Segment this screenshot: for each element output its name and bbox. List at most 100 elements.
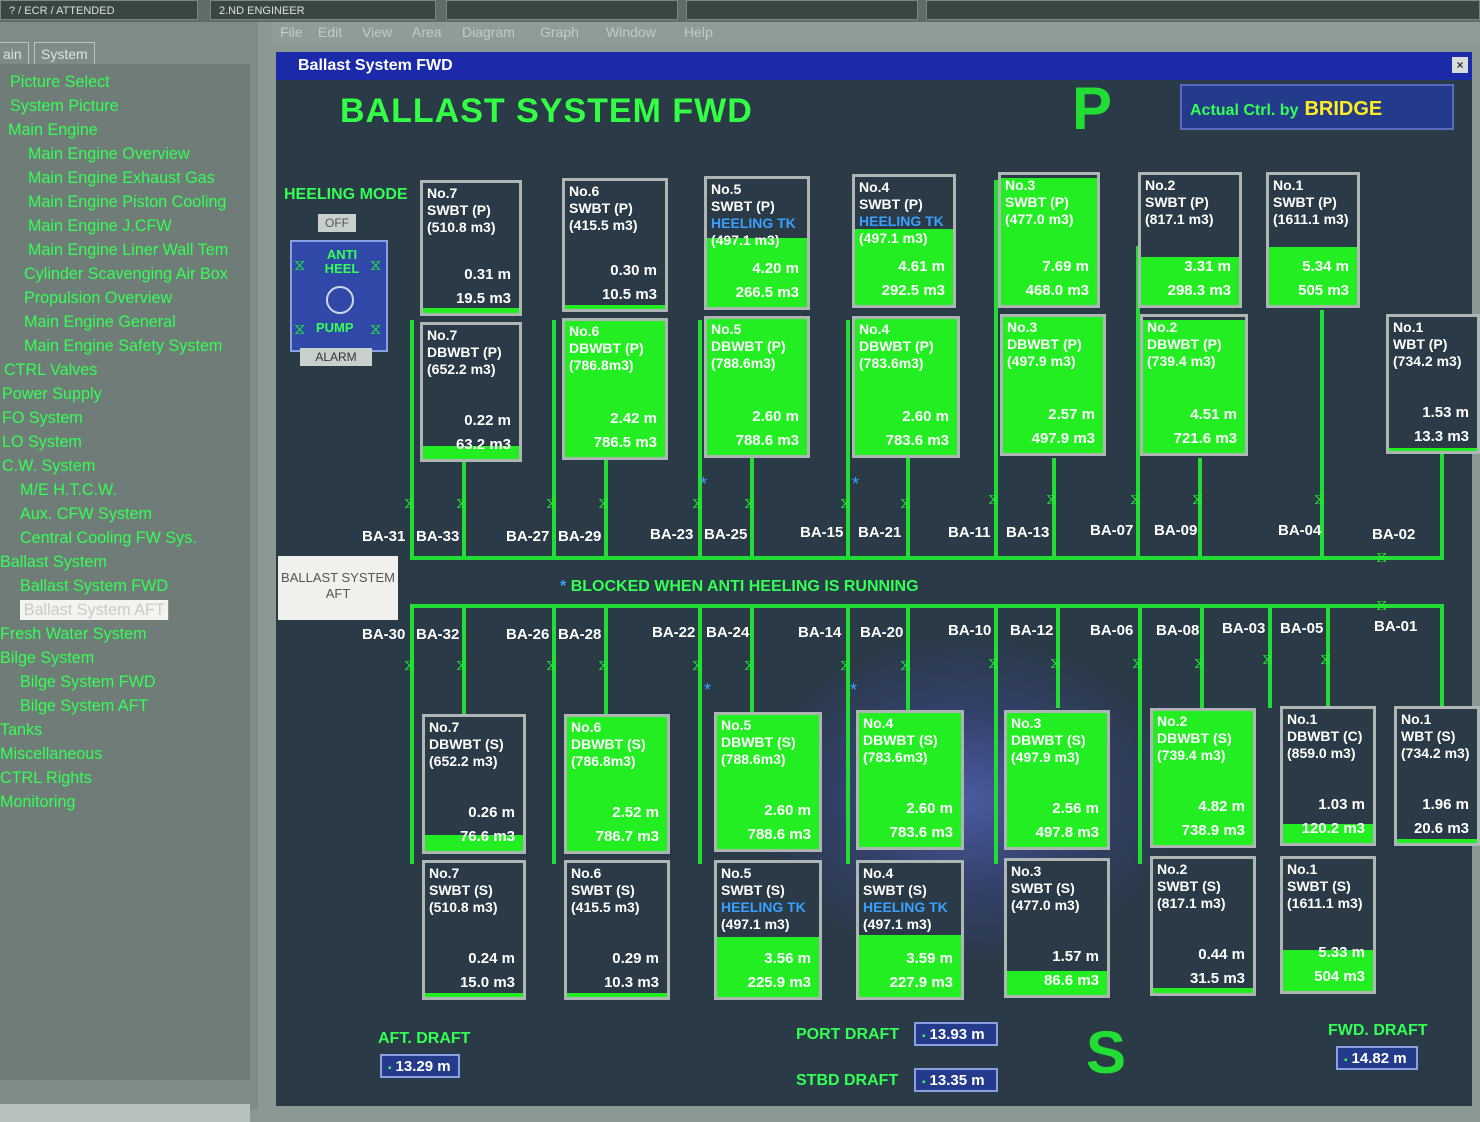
tree-item-main-engine-exhaust-gas[interactable]: Main Engine Exhaust Gas <box>28 168 215 188</box>
valve-icon[interactable]: ⧖ <box>900 658 911 674</box>
anti-heel-pump[interactable]: ANTI HEEL PUMP ⧖ ⧖ ⧖ ⧖ <box>290 240 388 352</box>
valve-icon[interactable]: ⧖ <box>1376 598 1387 614</box>
tank-s-dbwbt-4[interactable]: No.4 DBWBT (S) (783.6m3) 2.60 m 783.6 m3 <box>856 710 964 850</box>
tree-item-m-e-h-t-c-w[interactable]: M/E H.T.C.W. <box>20 480 117 500</box>
tree-item-main-engine-general[interactable]: Main Engine General <box>24 312 176 332</box>
valve-icon[interactable]: ⧖ <box>1376 550 1387 566</box>
tank-p-dbwbt-7[interactable]: No.7 DBWBT (P) (652.2 m3) 0.22 m 63.2 m3 <box>420 322 522 462</box>
tree-item-main-engine[interactable]: Main Engine <box>8 120 98 140</box>
valve-icon[interactable]: ⧖ <box>988 492 999 508</box>
close-button[interactable]: × <box>1452 57 1468 73</box>
tree-item-miscellaneous[interactable]: Miscellaneous <box>0 744 102 764</box>
tank-p-dbwbt-5[interactable]: No.5 DBWBT (P) (788.6m3) 2.60 m 788.6 m3 <box>704 316 810 458</box>
tank-s-swbt-7[interactable]: No.7 SWBT (S) (510.8 m3) 0.24 m 15.0 m3 <box>422 860 526 1000</box>
tank-s-swbt-1[interactable]: No.1 SWBT (S) (1611.1 m3) 5.33 m 504 m3 <box>1280 856 1376 994</box>
tree-item-fresh-water-system[interactable]: Fresh Water System <box>0 624 147 644</box>
tank-p-dbwbt-3[interactable]: No.3 DBWBT (P) (497.9 m3) 2.57 m 497.9 m3 <box>1000 314 1106 456</box>
tank-s-swbt-5[interactable]: No.5 SWBT (S) HEELING TK (497.1 m3) 3.56 m 2… <box>714 860 822 1000</box>
valve-icon[interactable]: ⧖ <box>404 658 415 674</box>
tank-s-wbt-1[interactable]: No.1 WBT (S) (734.2 m3) 1.96 m 20.6 m3 <box>1394 706 1480 846</box>
valve-icon[interactable]: ⧖ <box>840 658 851 674</box>
tank-s-dbwbt-2[interactable]: No.2 DBWBT (S) (739.4 m3) 4.82 m 738.9 m3 <box>1150 708 1256 848</box>
tree-item-bilge-system-aft[interactable]: Bilge System AFT <box>20 696 148 716</box>
menu-help[interactable]: Help <box>684 24 713 40</box>
tree-item-power-supply[interactable]: Power Supply <box>2 384 102 404</box>
valve-icon[interactable]: ⧖ <box>1194 656 1205 672</box>
tank-p-wbt-1[interactable]: No.1 WBT (P) (734.2 m3) 1.53 m 13.3 m3 <box>1386 314 1480 454</box>
tree-item-bilge-system[interactable]: Bilge System <box>0 648 94 668</box>
menu-diagram[interactable]: Diagram <box>462 24 515 40</box>
tree-item-bilge-system-fwd[interactable]: Bilge System FWD <box>20 672 156 692</box>
menu-graph[interactable]: Graph <box>540 24 579 40</box>
valve-icon[interactable]: ⧖ <box>1132 656 1143 672</box>
valve-icon[interactable]: ⧖ <box>1046 492 1057 508</box>
tank-p-swbt-7[interactable]: No.7 SWBT (P) (510.8 m3) 0.31 m 19.5 m3 <box>420 180 522 316</box>
tank-p-swbt-4[interactable]: No.4 SWBT (P) HEELING TK (497.1 m3) 4.61 m 2… <box>852 174 956 308</box>
tree-item-main-engine-liner-wall-tem[interactable]: Main Engine Liner Wall Tem <box>28 240 228 260</box>
tank-s-dbwbt-c1[interactable]: No.1 DBWBT (C) (859.0 m3) 1.03 m 120.2 m3 <box>1280 706 1376 846</box>
tree-item-ballast-system-aft[interactable]: Ballast System AFT <box>20 600 169 620</box>
valve-icon[interactable]: ⧖ <box>546 496 557 512</box>
tank-s-dbwbt-3[interactable]: No.3 DBWBT (S) (497.9 m3) 2.56 m 497.8 m3 <box>1004 710 1110 850</box>
valve-icon[interactable]: ⧖ <box>692 496 703 512</box>
ballast-system-aft-button[interactable]: BALLAST SYSTEM AFT <box>278 556 398 620</box>
tree-item-propulsion-overview[interactable]: Propulsion Overview <box>24 288 172 308</box>
tank-s-dbwbt-5[interactable]: No.5 DBWBT (S) (788.6m3) 2.60 m 788.6 m3 <box>714 712 822 852</box>
valve-icon[interactable]: ⧖ <box>744 658 755 674</box>
tank-p-dbwbt-2[interactable]: No.2 DBWBT (P) (739.4 m3) 4.51 m 721.6 m3 <box>1140 314 1248 456</box>
valve-icon[interactable]: ⧖ <box>1314 492 1325 508</box>
valve-icon[interactable]: ⧖ <box>744 496 755 512</box>
tree-item-fo-system[interactable]: FO System <box>2 408 83 428</box>
tree-item-main-engine-overview[interactable]: Main Engine Overview <box>28 144 190 164</box>
tree-item-monitoring[interactable]: Monitoring <box>0 792 75 812</box>
tank-p-dbwbt-4[interactable]: No.4 DBWBT (P) (783.6m3) 2.60 m 783.6 m3 <box>852 316 960 458</box>
tab-main[interactable]: ain <box>0 42 29 65</box>
tree-item-system-picture[interactable]: System Picture <box>10 96 119 116</box>
valve-icon[interactable]: ⧖ <box>1130 492 1141 508</box>
menu-edit[interactable]: Edit <box>318 24 342 40</box>
tree-item-ctrl-rights[interactable]: CTRL Rights <box>0 768 92 788</box>
menu-area[interactable]: Area <box>412 24 442 40</box>
tank-p-swbt-2[interactable]: No.2 SWBT (P) (817.1 m3) 3.31 m 298.3 m3 <box>1138 172 1242 308</box>
tree-item-main-engine-j-cfw[interactable]: Main Engine J.CFW <box>28 216 172 236</box>
menu-window[interactable]: Window <box>606 24 656 40</box>
tree-item-ctrl-valves[interactable]: CTRL Valves <box>4 360 97 380</box>
tank-p-swbt-6[interactable]: No.6 SWBT (P) (415.5 m3) 0.30 m 10.5 m3 <box>562 178 668 312</box>
tank-p-dbwbt-6[interactable]: No.6 DBWBT (P) (786.8m3) 2.42 m 786.5 m3 <box>562 318 668 460</box>
heeling-off-button[interactable]: OFF <box>318 214 356 232</box>
tank-s-swbt-3[interactable]: No.3 SWBT (S) (477.0 m3) 1.57 m 86.6 m3 <box>1004 858 1110 998</box>
valve-icon[interactable]: ⧖ <box>1262 652 1273 668</box>
valve-icon[interactable]: ⧖ <box>1320 652 1331 668</box>
menu-view[interactable]: View <box>362 24 392 40</box>
station-selector[interactable]: ? / ECR / ATTENDED <box>0 0 198 20</box>
tank-s-swbt-4[interactable]: No.4 SWBT (S) HEELING TK (497.1 m3) 3.59 m 2… <box>856 860 964 1000</box>
tree-item-lo-system[interactable]: LO System <box>2 432 82 452</box>
tank-p-swbt-1[interactable]: No.1 SWBT (P) (1611.1 m3) 5.34 m 505 m3 <box>1266 172 1360 308</box>
tree-item-tanks[interactable]: Tanks <box>0 720 42 740</box>
valve-icon[interactable]: ⧖ <box>404 496 415 512</box>
tree-item-main-engine-piston-cooling[interactable]: Main Engine Piston Cooling <box>28 192 226 212</box>
valve-icon[interactable]: ⧖ <box>692 658 703 674</box>
alarm-button[interactable]: ALARM <box>300 348 372 366</box>
valve-icon[interactable]: ⧖ <box>900 496 911 512</box>
user-selector[interactable]: 2.ND ENGINEER <box>210 0 436 20</box>
tree-item-cylinder-scavenging-air-box[interactable]: Cylinder Scavenging Air Box <box>24 264 228 284</box>
tank-s-dbwbt-7[interactable]: No.7 DBWBT (S) (652.2 m3) 0.26 m 76.6 m3 <box>422 714 526 854</box>
tree-item-main-engine-safety-system[interactable]: Main Engine Safety System <box>24 336 222 356</box>
tank-s-dbwbt-6[interactable]: No.6 DBWBT (S) (786.8m3) 2.52 m 786.7 m3 <box>564 714 670 854</box>
valve-icon[interactable]: ⧖ <box>456 658 467 674</box>
valve-icon[interactable]: ⧖ <box>456 496 467 512</box>
tank-p-swbt-3[interactable]: No.3 SWBT (P) (477.0 m3) 7.69 m 468.0 m3 <box>998 172 1100 308</box>
tree-item-picture-select[interactable]: Picture Select <box>10 72 110 92</box>
valve-icon[interactable]: ⧖ <box>598 496 609 512</box>
valve-icon[interactable]: ⧖ <box>1050 656 1061 672</box>
tree-item-ballast-system-fwd[interactable]: Ballast System FWD <box>20 576 168 596</box>
tank-p-swbt-5[interactable]: No.5 SWBT (P) HEELING TK (497.1 m3) 4.20 m 2… <box>704 176 810 310</box>
valve-icon[interactable]: ⧖ <box>840 496 851 512</box>
valve-icon[interactable]: ⧖ <box>1192 492 1203 508</box>
tree-item-central-cooling-fw-sys[interactable]: Central Cooling FW Sys. <box>20 528 197 548</box>
menu-file[interactable]: File <box>280 24 303 40</box>
tree-item-ballast-system[interactable]: Ballast System <box>0 552 107 572</box>
tank-s-swbt-6[interactable]: No.6 SWBT (S) (415.5 m3) 0.29 m 10.3 m3 <box>564 860 670 1000</box>
tree-item-c-w-system[interactable]: C.W. System <box>2 456 95 476</box>
